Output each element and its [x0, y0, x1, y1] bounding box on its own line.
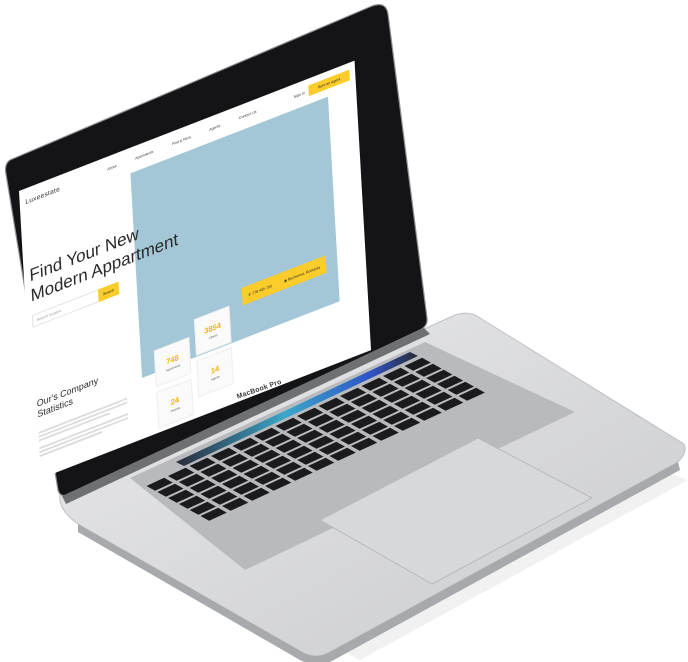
nav-item-find-rent[interactable]: Find & Rent: [172, 135, 191, 146]
sign-in-link[interactable]: Sign In: [294, 91, 305, 99]
phone-item[interactable]: ✆ 778 435 755: [248, 283, 272, 297]
nav-item-contact[interactable]: Contact Us: [239, 110, 257, 121]
nav-item-agents[interactable]: Agents: [209, 124, 220, 132]
search-button[interactable]: Search: [97, 281, 120, 303]
nav-item-apartments[interactable]: Apartments: [135, 150, 153, 161]
phone-icon: ✆: [248, 291, 252, 297]
stat-label: Awards: [170, 405, 181, 413]
site-logo[interactable]: Luxeestate: [25, 186, 60, 206]
laptop-mockup: Luxeestate About Apartments Find & Rent …: [0, 0, 688, 662]
stat-label: Clients: [208, 332, 218, 340]
location-pin-icon: ◉: [283, 277, 288, 283]
stat-label: Agents: [210, 373, 220, 382]
phone-number: 778 435 755: [252, 283, 273, 296]
nav-item-about[interactable]: About: [107, 164, 116, 171]
